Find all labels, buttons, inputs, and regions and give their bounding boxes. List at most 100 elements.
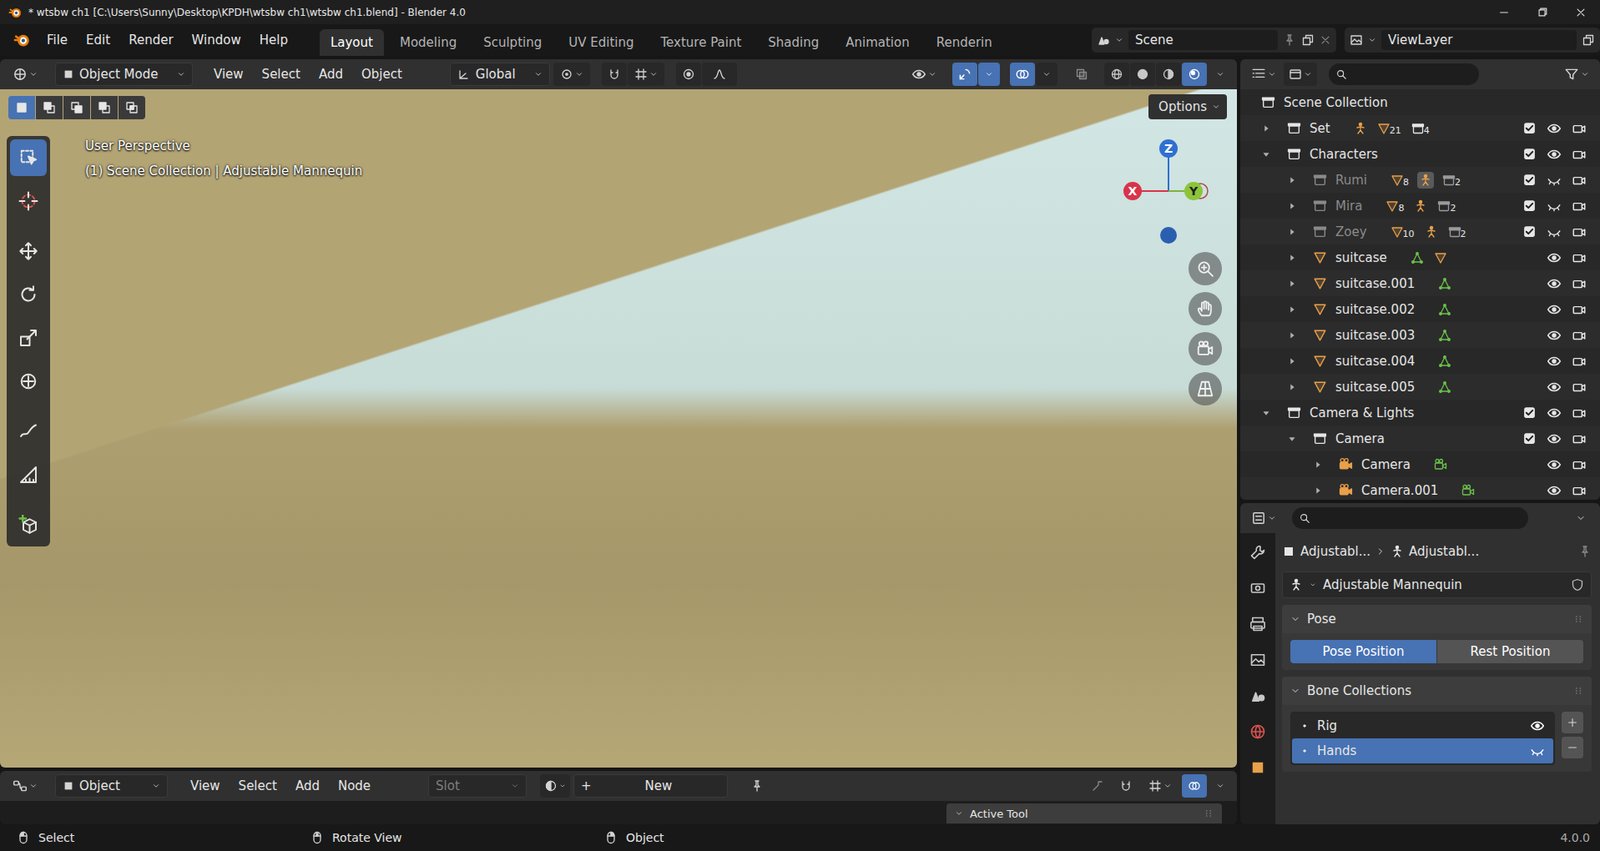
render-toggle[interactable] — [1568, 169, 1590, 192]
exclude-checkbox[interactable] — [1518, 169, 1540, 192]
maximize-button[interactable] — [1523, 0, 1562, 25]
outliner-row[interactable]: Characters — [1240, 141, 1600, 167]
menu-item[interactable]: Help — [251, 29, 297, 51]
render-toggle[interactable] — [1568, 247, 1590, 269]
close-button[interactable] — [1561, 0, 1600, 25]
options-dropdown[interactable] — [1568, 506, 1594, 530]
child-badge[interactable] — [1352, 120, 1369, 137]
falloff-button[interactable] — [701, 62, 737, 86]
editor-type-button[interactable] — [1246, 62, 1281, 86]
properties-tab[interactable] — [1243, 646, 1272, 675]
render-toggle[interactable] — [1568, 272, 1590, 295]
pin-button[interactable] — [744, 774, 770, 798]
visibility-toggle[interactable] — [1543, 454, 1565, 476]
child-badge[interactable] — [1436, 378, 1454, 396]
visibility-toggle[interactable] — [1543, 117, 1565, 140]
remove-button[interactable] — [1561, 736, 1584, 759]
expand-toggle[interactable] — [1308, 459, 1335, 471]
tool-button[interactable] — [10, 413, 47, 450]
visibility-toggle[interactable] — [1543, 272, 1565, 295]
minimize-button[interactable] — [1484, 0, 1524, 25]
header-menu[interactable]: View — [182, 778, 228, 794]
visibility-toggle[interactable] — [1543, 143, 1565, 166]
expand-toggle[interactable] — [1282, 174, 1309, 187]
shading-button[interactable] — [1181, 62, 1207, 86]
outliner-search[interactable] — [1328, 63, 1479, 86]
child-badge[interactable] — [1436, 275, 1454, 293]
overlay-toggle[interactable] — [1181, 774, 1207, 798]
exclude-checkbox[interactable] — [1518, 195, 1540, 218]
header-menu[interactable]: Select — [254, 66, 308, 82]
negative-z-axis[interactable] — [1160, 227, 1177, 244]
select-mode-button[interactable] — [8, 95, 36, 120]
outliner-row[interactable]: Camera.001 — [1240, 477, 1600, 500]
expand-toggle[interactable] — [1282, 329, 1309, 342]
menu-item[interactable]: Edit — [77, 29, 119, 51]
properties-search[interactable] — [1292, 507, 1529, 530]
filter-button[interactable] — [1559, 62, 1594, 86]
visibility-toggle[interactable] — [1543, 298, 1565, 321]
scene-field[interactable]: Scene — [1128, 30, 1278, 51]
render-toggle[interactable] — [1568, 376, 1590, 399]
nav-button[interactable] — [1188, 372, 1222, 406]
snap-toggle[interactable] — [601, 62, 627, 86]
child-badge[interactable] — [1432, 249, 1449, 267]
menu-item[interactable]: File — [38, 29, 76, 51]
properties-tab[interactable] — [1243, 574, 1272, 603]
proportional-toggle[interactable] — [676, 62, 702, 86]
visibility-toggle[interactable] — [1543, 247, 1565, 269]
header-menu[interactable]: Add — [287, 778, 328, 794]
armature-datablock-field[interactable]: Adjustable Mannequin — [1282, 571, 1592, 599]
shading-button[interactable] — [1130, 62, 1156, 86]
outliner-row[interactable]: Camera — [1240, 451, 1600, 478]
select-mode-button[interactable] — [63, 95, 91, 120]
expand-toggle[interactable] — [1282, 226, 1309, 238]
shader-type-dropdown[interactable]: Object — [55, 774, 168, 798]
tool-button[interactable] — [10, 276, 47, 313]
display-mode-button[interactable] — [1283, 62, 1318, 86]
blender-menu[interactable] — [6, 27, 37, 53]
overlay-toggle[interactable] — [1009, 62, 1035, 86]
child-badge[interactable]: 21 — [1375, 120, 1404, 137]
z-axis-button[interactable]: Z — [1159, 139, 1178, 158]
child-badge[interactable]: 2 — [1440, 171, 1463, 189]
visibility-button[interactable] — [907, 62, 941, 86]
header-menu[interactable]: View — [206, 66, 252, 82]
tool-button[interactable] — [10, 506, 47, 544]
overlay-dropdown[interactable] — [1210, 774, 1231, 798]
header-menu[interactable]: Select — [231, 778, 285, 794]
editor-type-button[interactable] — [6, 774, 44, 798]
properties-tab[interactable] — [1243, 538, 1272, 567]
gizmo-dropdown[interactable] — [978, 62, 1000, 86]
gizmo-toggle[interactable] — [952, 62, 978, 86]
child-badge[interactable] — [1436, 301, 1454, 318]
outliner-row[interactable]: Camera — [1240, 425, 1600, 452]
outliner-row[interactable]: Mira82 — [1240, 192, 1600, 219]
workspace-tab[interactable]: Modeling — [388, 29, 468, 56]
outliner-row[interactable]: Set214 — [1240, 115, 1600, 142]
mode-dropdown[interactable]: Object Mode — [55, 62, 193, 86]
child-badge[interactable]: 2 — [1446, 223, 1469, 241]
workspace-tab[interactable]: Sculpting — [472, 29, 553, 56]
render-toggle[interactable] — [1568, 479, 1590, 501]
header-menu[interactable]: Node — [330, 778, 379, 794]
exclude-checkbox[interactable] — [1518, 117, 1540, 140]
render-toggle[interactable] — [1568, 221, 1590, 243]
visibility-toggle[interactable] — [1543, 195, 1565, 218]
shading-dropdown[interactable] — [1210, 62, 1231, 86]
tool-button[interactable] — [10, 182, 47, 220]
expand-toggle[interactable] — [1282, 252, 1309, 264]
child-badge[interactable]: 10 — [1388, 223, 1417, 241]
child-badge[interactable] — [1436, 327, 1454, 344]
viewport-render[interactable]: User Perspective(1) Scene Collection | A… — [0, 89, 1237, 768]
editor-type-button[interactable] — [1246, 506, 1281, 530]
properties-tab[interactable] — [1243, 610, 1272, 639]
menu-item[interactable]: Window — [183, 29, 250, 51]
bone-collection-row[interactable]: Rig — [1292, 713, 1554, 739]
y-axis-button[interactable]: Y — [1184, 181, 1203, 201]
child-badge[interactable]: 8 — [1388, 171, 1411, 189]
bone-collection-row[interactable]: Hands — [1292, 738, 1554, 764]
render-toggle[interactable] — [1568, 324, 1590, 347]
expand-toggle[interactable] — [1282, 200, 1309, 212]
exclude-checkbox[interactable] — [1518, 221, 1540, 243]
